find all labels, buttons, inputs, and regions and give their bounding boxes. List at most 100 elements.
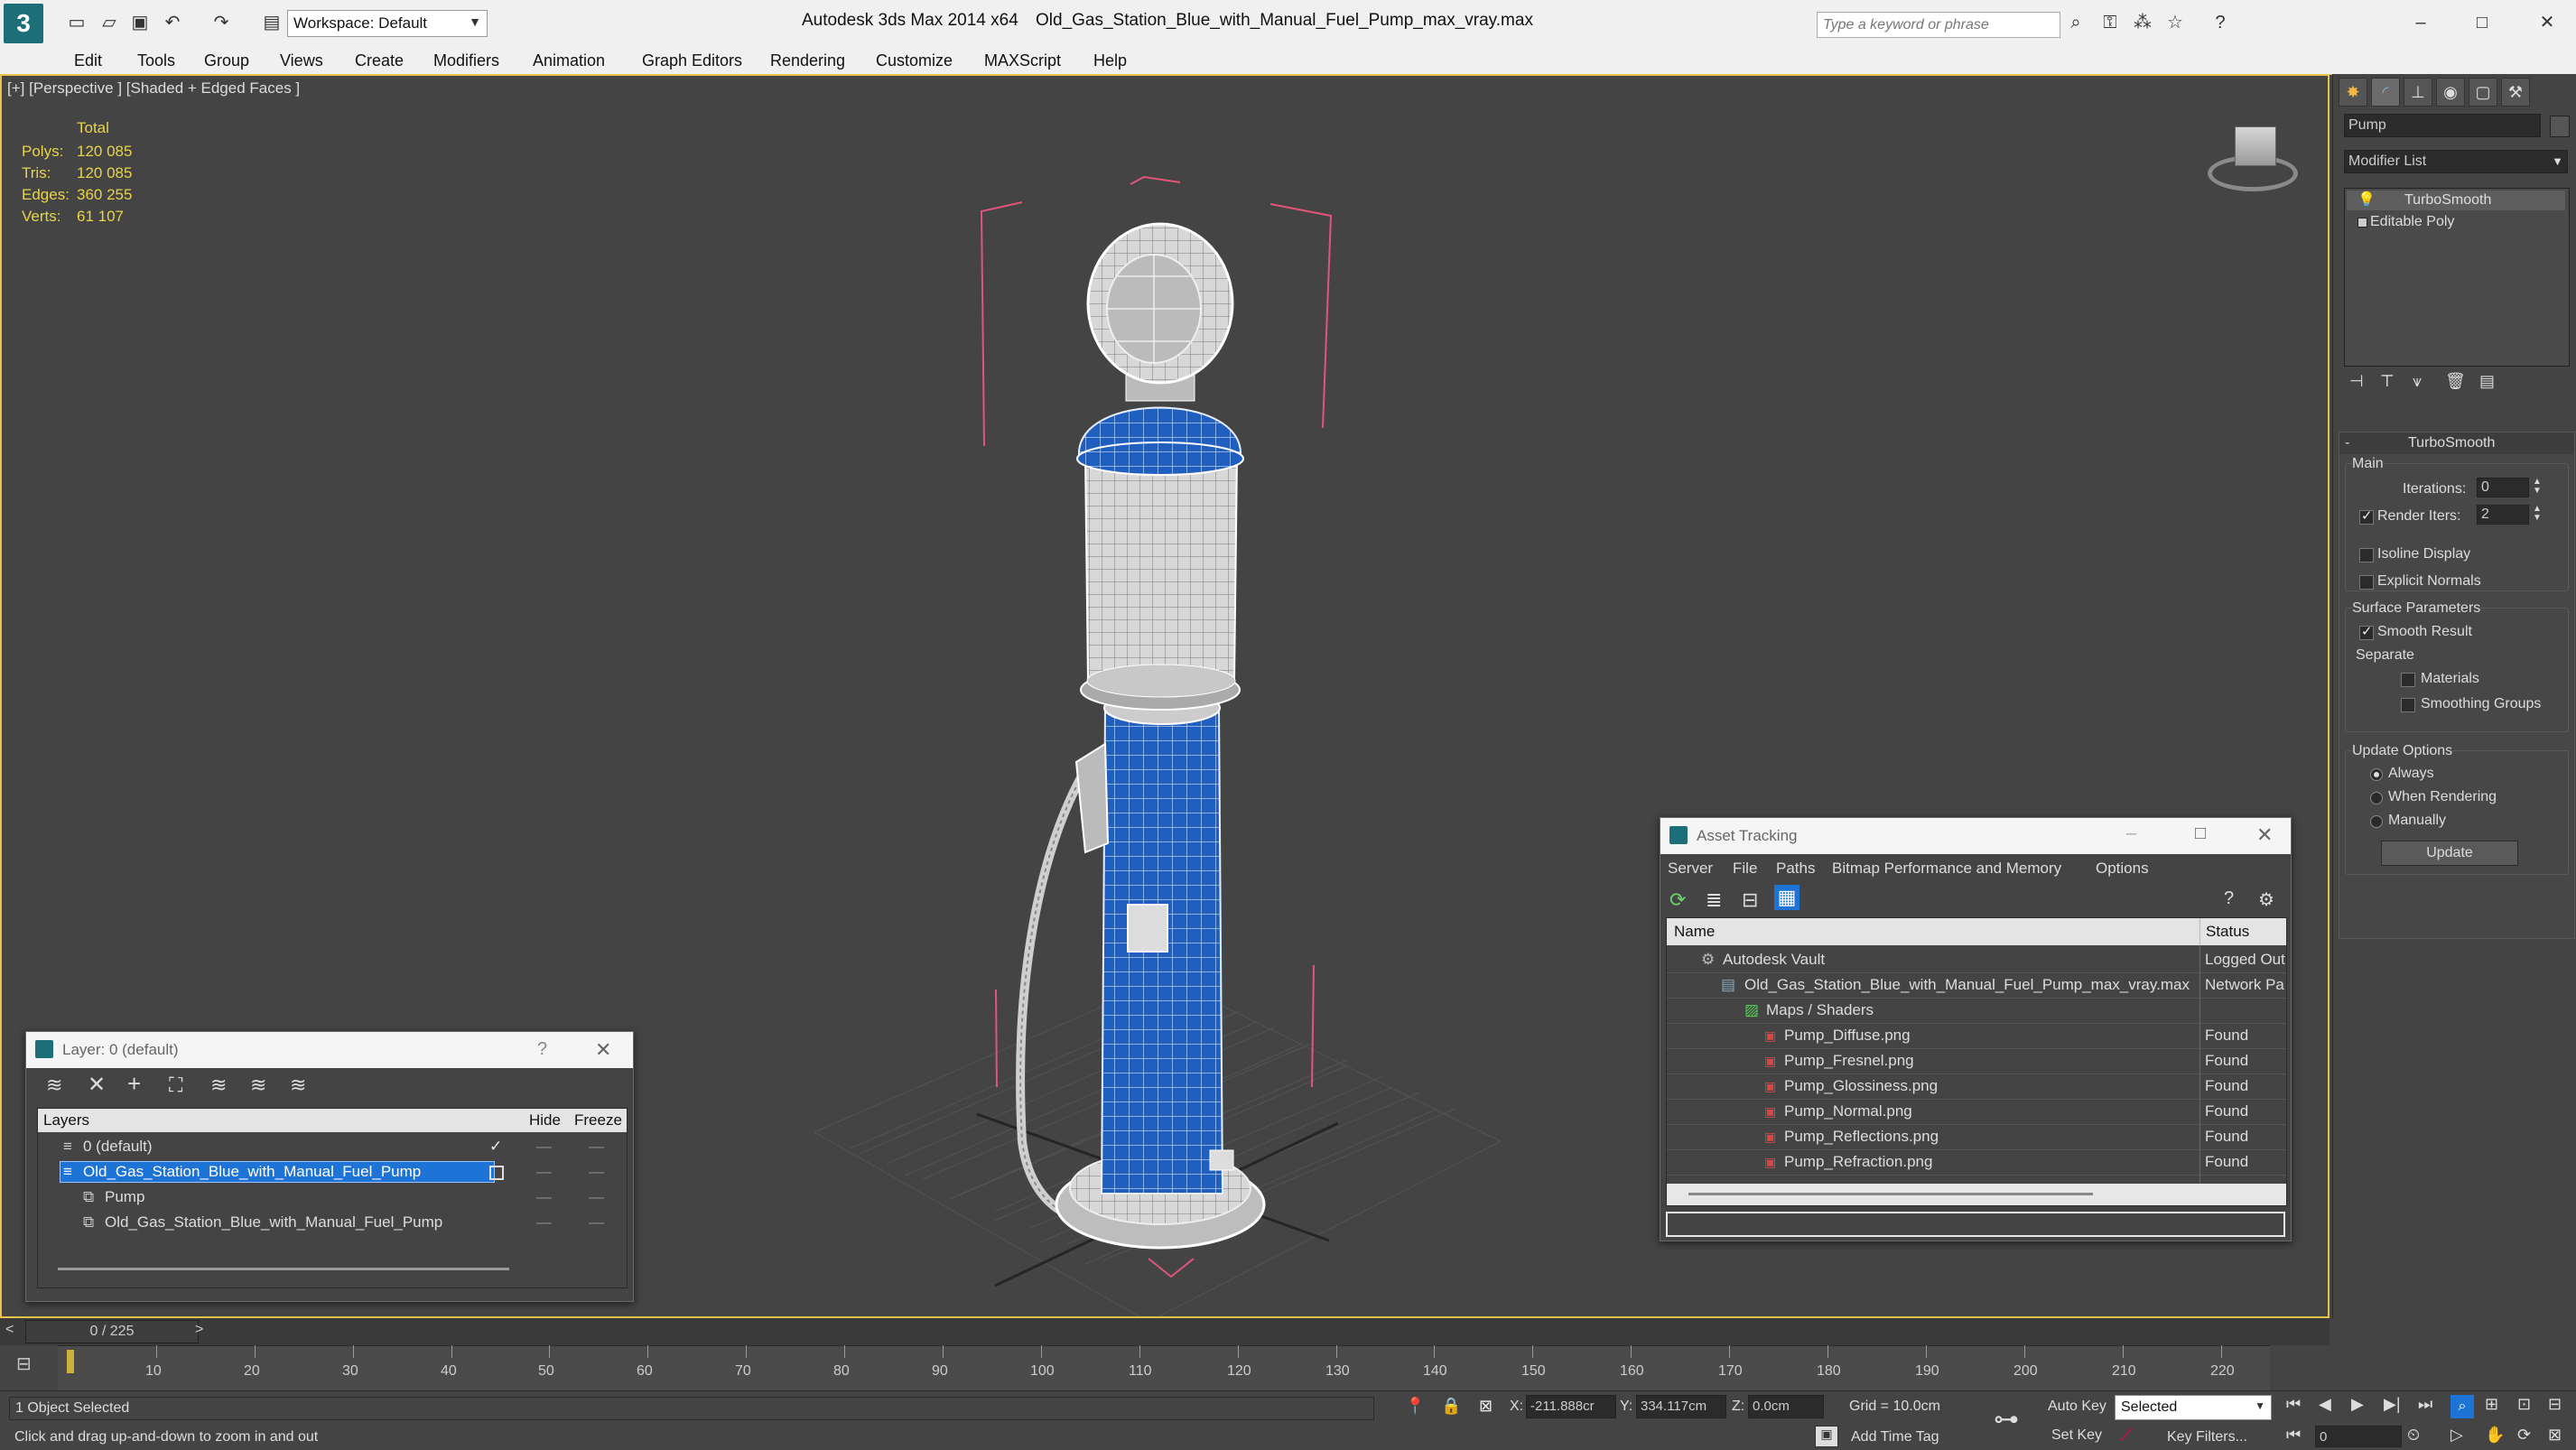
auto-key-button[interactable]: Auto Key — [2042, 1395, 2111, 1418]
asset-row-map[interactable]: ▣ Pump_Glossiness.png Found — [1667, 1074, 2286, 1100]
save-icon[interactable]: ▣ — [128, 11, 152, 34]
render-iters-spinner[interactable]: 2 — [2477, 505, 2529, 525]
set-key-mode-icon[interactable]: ⊶ — [1994, 1404, 2019, 1434]
spinner-arrows-icon[interactable]: ▲ ▼ — [2533, 505, 2542, 523]
iterations-spinner[interactable]: 0 — [2477, 478, 2529, 497]
asset-row-map[interactable]: ▣ Pump_Refraction.png Found — [1667, 1149, 2286, 1176]
modifier-list-dropdown[interactable]: Modifier List ▼ — [2344, 150, 2568, 173]
bulb-icon[interactable]: 💡 — [2357, 191, 2376, 210]
asset-menu-options[interactable]: Options — [2096, 860, 2149, 878]
add-time-tag-icon[interactable]: ▣ — [1815, 1426, 1838, 1447]
when-rendering-radio[interactable] — [2370, 792, 2383, 804]
star-icon[interactable]: ☆ — [2163, 11, 2187, 34]
lock-icon[interactable]: 🔒 — [1441, 1397, 1461, 1416]
menu-graph-editors[interactable]: Graph Editors — [642, 51, 742, 70]
x-coordinate-field[interactable]: -211.888cr — [1526, 1395, 1616, 1418]
asset-menu-paths[interactable]: Paths — [1776, 860, 1815, 878]
asset-row-maps[interactable]: ▨ Maps / Shaders — [1667, 998, 2286, 1024]
highlight-layer-icon[interactable]: ≋ — [210, 1074, 227, 1097]
maximize-viewport-icon[interactable]: ⊠ — [2548, 1426, 2562, 1445]
expand-icon[interactable] — [2357, 218, 2367, 228]
refresh-icon[interactable]: ⟳ — [1669, 888, 1686, 912]
time-slider[interactable]: < 0 / 225 > — [0, 1318, 2330, 1345]
make-unique-icon[interactable]: ⩛ — [2413, 372, 2422, 391]
col-status[interactable]: Status — [2199, 918, 2249, 945]
zoom-icon[interactable]: ⌕ — [2450, 1395, 2474, 1418]
key-mode-dropdown[interactable]: Selected ▼ — [2115, 1395, 2272, 1420]
tree-view-icon[interactable]: ⊟ — [1742, 888, 1758, 912]
always-radio[interactable] — [2370, 768, 2383, 781]
layer-scrollbar[interactable] — [58, 1268, 509, 1270]
layer-window[interactable]: Layer: 0 (default) ? ✕ ≋ ✕ + ⛶ ≋ ≋ ≋ Lay… — [25, 1031, 634, 1302]
workspace-dropdown[interactable]: Workspace: Default ▼ — [287, 10, 488, 37]
add-time-tag[interactable]: Add Time Tag — [1851, 1429, 1939, 1445]
help-icon[interactable]: ? — [537, 1039, 547, 1060]
project-icon[interactable]: ▤ — [260, 11, 284, 34]
next-frame-icon[interactable]: ▶| — [2384, 1395, 2401, 1414]
key-mode-toggle-icon[interactable]: ⏮ — [2286, 1426, 2301, 1445]
menu-animation[interactable]: Animation — [533, 51, 605, 70]
menu-views[interactable]: Views — [280, 51, 323, 70]
isoline-display-checkbox[interactable] — [2359, 548, 2374, 562]
layer-row-selected[interactable]: ≡ Old_Gas_Station_Blue_with_Manual_Fuel_… — [38, 1159, 627, 1185]
freeze-toggle[interactable]: — — [589, 1134, 604, 1159]
previous-frame-icon[interactable]: ◀ — [2319, 1395, 2331, 1414]
asset-row-map[interactable]: ▣ Pump_Diffuse.png Found — [1667, 1023, 2286, 1049]
absolute-mode-icon[interactable]: ⊠ — [1479, 1397, 1493, 1416]
app-logo[interactable]: 3 — [4, 4, 43, 43]
layer-object-row[interactable]: ⧉ Old_Gas_Station_Blue_with_Manual_Fuel_… — [38, 1210, 627, 1235]
minimize-icon[interactable]: – — [2409, 11, 2432, 34]
field-of-view-icon[interactable]: ▷ — [2450, 1426, 2463, 1445]
viewcube-box[interactable] — [2235, 126, 2276, 166]
help-icon[interactable]: ? — [2209, 11, 2232, 34]
smoothing-groups-checkbox[interactable] — [2401, 698, 2415, 712]
menu-create[interactable]: Create — [355, 51, 404, 70]
go-to-end-icon[interactable]: ⏭ — [2418, 1395, 2432, 1414]
col-hide[interactable]: Hide — [529, 1109, 561, 1132]
time-prev-icon[interactable]: < — [5, 1322, 14, 1338]
zoom-extents-all-icon[interactable]: ⊟ — [2548, 1395, 2562, 1414]
object-name-field[interactable]: Pump — [2344, 114, 2541, 137]
go-to-start-icon[interactable]: ⏮ — [2286, 1395, 2301, 1414]
col-name[interactable]: Name — [1674, 918, 1715, 945]
pin-icon[interactable]: 📍 — [1405, 1397, 1425, 1416]
rollout-header[interactable]: - TurboSmooth — [2339, 432, 2574, 454]
hide-toggle[interactable]: — — [536, 1134, 552, 1159]
asset-menu-server[interactable]: Server — [1668, 860, 1713, 878]
pan-icon[interactable]: ✋ — [2485, 1426, 2505, 1445]
zoom-all-icon[interactable]: ⊞ — [2485, 1395, 2498, 1414]
layer-object-row[interactable]: ⧉ Pump — — — [38, 1185, 627, 1210]
delete-layer-icon[interactable]: ✕ — [88, 1072, 106, 1098]
menu-maxscript[interactable]: MAXScript — [984, 51, 1061, 70]
mini-curve-editor-icon[interactable]: ⊟ — [16, 1352, 32, 1375]
remove-modifier-icon[interactable]: 🗑 — [2445, 372, 2466, 391]
binoculars-icon[interactable]: ⌕ — [2064, 11, 2088, 34]
hierarchy-tab-icon[interactable]: ⊥ — [2404, 78, 2432, 107]
explicit-normals-checkbox[interactable] — [2359, 575, 2374, 590]
display-tab-icon[interactable]: ▢ — [2469, 78, 2497, 107]
create-tab-icon[interactable]: ✸ — [2339, 78, 2367, 107]
stack-item-turbosmooth[interactable]: 💡 TurboSmooth — [2347, 191, 2565, 210]
menu-rendering[interactable]: Rendering — [770, 51, 845, 70]
freeze-toggle[interactable]: — — [589, 1159, 604, 1185]
asset-menu-bitmap[interactable]: Bitmap Performance and Memory — [1832, 860, 2061, 878]
network-icon[interactable]: ⁂ — [2131, 11, 2154, 34]
current-layer-check-icon[interactable]: ✓ — [489, 1134, 502, 1159]
time-next-icon[interactable]: > — [195, 1322, 203, 1338]
motion-tab-icon[interactable]: ◉ — [2436, 78, 2465, 107]
menu-modifiers[interactable]: Modifiers — [433, 51, 499, 70]
asset-row-scene[interactable]: ▤ Old_Gas_Station_Blue_with_Manual_Fuel_… — [1667, 972, 2286, 999]
help-icon[interactable]: ? — [2224, 888, 2234, 909]
utilities-tab-icon[interactable]: ⚒ — [2501, 78, 2530, 107]
current-frame-field[interactable]: 0 — [2315, 1426, 2402, 1447]
create-layer-icon[interactable]: ≋ — [46, 1074, 62, 1097]
close-icon[interactable]: ✕ — [2535, 11, 2559, 34]
viewcube[interactable] — [2203, 119, 2302, 200]
freeze-toggle[interactable]: — — [589, 1185, 604, 1210]
key-filter-icon[interactable]: ⟋ — [2120, 1426, 2133, 1446]
hide-toggle[interactable]: — — [536, 1210, 552, 1235]
minimize-icon[interactable]: – — [2126, 823, 2136, 844]
menu-edit[interactable]: Edit — [74, 51, 102, 70]
set-key-button[interactable]: Set Key — [2042, 1424, 2111, 1447]
asset-row-map[interactable]: ▣ Pump_Fresnel.png Found — [1667, 1048, 2286, 1074]
